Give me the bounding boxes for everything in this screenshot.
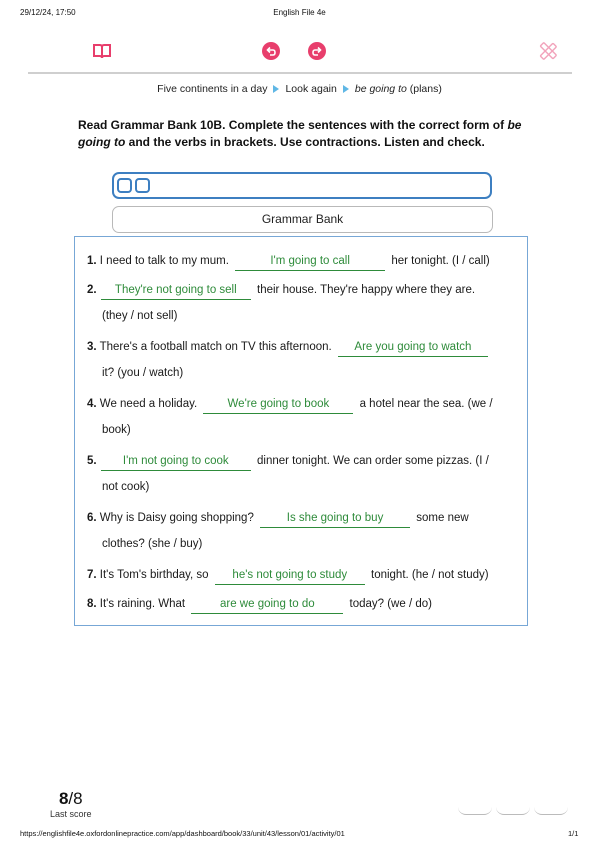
item-text-line2: book) <box>102 424 131 436</box>
print-header: 29/12/24, 17:50 English File 4e <box>0 0 599 22</box>
item-text-line2: clothes? (she / buy) <box>102 538 203 550</box>
item-text-after: today? (we / do) <box>349 598 432 610</box>
undo-icon[interactable] <box>262 42 280 60</box>
exercise-panel: 1. I need to talk to my mum. I'm going t… <box>74 236 528 626</box>
open-book-icon[interactable] <box>92 42 112 60</box>
item-text-after: their house. They're happy where they ar… <box>257 284 476 296</box>
redo-icon[interactable] <box>308 42 326 60</box>
answer-field[interactable]: I'm going to call <box>235 255 386 271</box>
print-page-number: 1/1 <box>568 829 579 838</box>
answer-field[interactable]: They're not going to sell <box>100 284 251 300</box>
item-number: 1. <box>87 255 97 267</box>
item-number: 8. <box>87 598 97 610</box>
print-title: English File 4e <box>273 8 326 17</box>
activity-instructions: Read Grammar Bank 10B. Complete the sent… <box>78 117 528 150</box>
score-total: /8 <box>68 789 83 808</box>
pager-button-3[interactable] <box>534 806 568 815</box>
breadcrumb-arrow-icon <box>342 85 349 94</box>
breadcrumb-item-section[interactable]: Look again <box>285 83 336 95</box>
breadcrumb-item-activity: (plans) <box>406 83 442 95</box>
item-number: 3. <box>87 341 97 353</box>
pager-button-2[interactable] <box>496 806 530 815</box>
breadcrumb-item-activity-italic: be going to <box>354 83 407 95</box>
instructions-text-2: and the verbs in brackets. Use contracti… <box>125 134 485 149</box>
score-label: Last score <box>50 809 92 819</box>
instructions-text-1: Read Grammar Bank 10B. Complete the sent… <box>78 118 508 132</box>
breadcrumb: Five continents in a day Look again be goi… <box>0 83 599 95</box>
item-text-before: There's a football match on TV this afte… <box>99 341 332 353</box>
audio-play-button[interactable] <box>117 178 132 193</box>
item-text-before: Why is Daisy going shopping? <box>99 512 254 524</box>
answer-field[interactable]: he's not going to study <box>214 569 365 585</box>
item-number: 6. <box>87 512 97 524</box>
answer-field[interactable]: are we going to do <box>191 598 344 614</box>
item-text-after: some new <box>416 512 469 524</box>
item-text-before: It's Tom's birthday, so <box>99 569 209 581</box>
pencil-ruler-icon[interactable] <box>538 41 558 61</box>
item-number: 7. <box>87 569 97 581</box>
pager-button-1[interactable] <box>458 806 492 815</box>
item-text-after: dinner tonight. We can order some pizzas… <box>257 455 489 467</box>
item-text-before: It's raining. What <box>99 598 186 610</box>
item-number: 2. <box>87 284 97 296</box>
answer-field[interactable]: We're going to book <box>203 398 354 414</box>
item-text-after: tonight. (he / not study) <box>371 569 489 581</box>
item-text-after: her tonight. (I / call) <box>391 255 490 267</box>
item-text-line2: (they / not sell) <box>102 310 178 322</box>
score-value: 8 <box>58 789 69 808</box>
audio-player[interactable] <box>112 172 492 199</box>
breadcrumb-item-lesson[interactable]: Five continents in a day <box>157 83 267 95</box>
item-text-before: I need to talk to my mum. <box>99 255 229 267</box>
answer-field[interactable]: Are you going to watch <box>337 341 488 357</box>
item-text-line2: it? (you / watch) <box>102 367 184 379</box>
grammar-bank-button[interactable]: Grammar Bank <box>112 206 493 233</box>
breadcrumb-arrow-icon <box>273 85 280 94</box>
item-text-after: a hotel near the sea. (we / <box>359 398 493 410</box>
answer-field[interactable]: I'm not going to cook <box>100 455 251 471</box>
answer-field[interactable]: Is she going to buy <box>260 512 411 528</box>
print-url: https://englishfile4e.oxfordonlinepracti… <box>20 829 345 838</box>
item-number: 5. <box>87 455 97 467</box>
item-text-before: We need a holiday. <box>99 398 198 410</box>
last-score: 8/8 Last score <box>50 789 92 819</box>
item-number: 4. <box>87 398 97 410</box>
audio-control-button[interactable] <box>135 178 150 193</box>
item-text-line2: not cook) <box>102 481 150 493</box>
toolbar <box>28 32 572 74</box>
